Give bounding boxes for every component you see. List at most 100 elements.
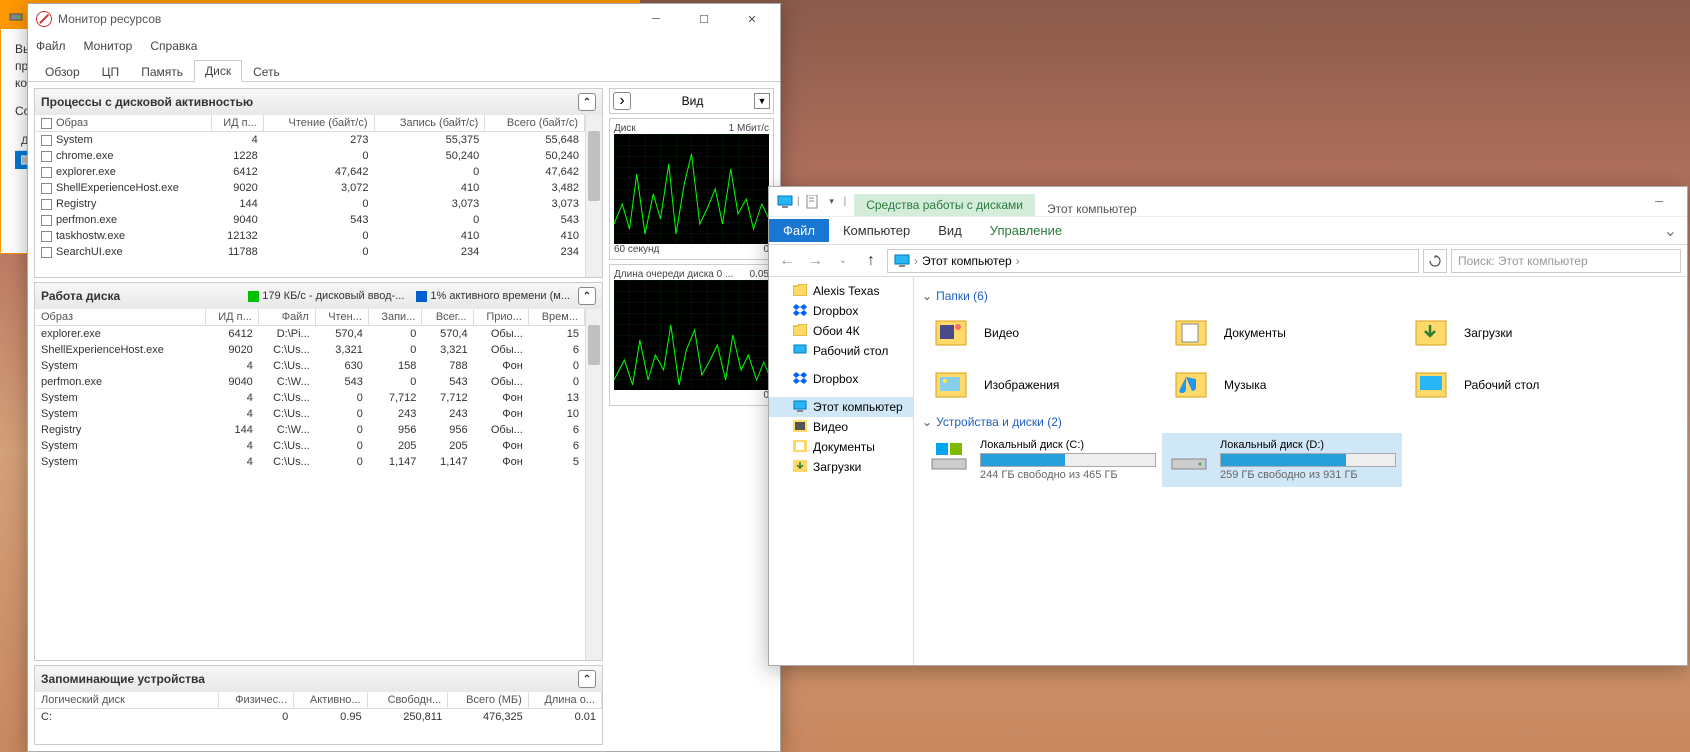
qat-dropdown-icon[interactable]: ▾	[824, 194, 840, 210]
breadcrumb[interactable]: › Этот компьютер ›	[887, 249, 1419, 273]
panel2-legend1: 179 КБ/с - дисковый ввод-...	[262, 290, 404, 302]
ribbon-manage[interactable]: Управление	[976, 219, 1076, 242]
drive-item[interactable]: Локальный диск (D:)259 ГБ свободно из 93…	[1162, 433, 1402, 487]
panel2-scrollbar[interactable]	[585, 309, 602, 660]
sidebar-item[interactable]: Alexis Texas	[769, 281, 913, 301]
pc-icon	[793, 400, 807, 414]
breadcrumb-item[interactable]: Этот компьютер	[922, 254, 1012, 268]
explorer-titlebar[interactable]: | ▾ | Средства работы с дисками Этот ком…	[769, 187, 1687, 217]
sidebar-item[interactable]: Загрузки	[769, 457, 913, 477]
nav-forward-button[interactable]: →	[803, 249, 827, 273]
table-row[interactable]: System4C:\Us...0243243Фон10	[35, 406, 585, 422]
video-icon	[793, 420, 807, 434]
nav-up-button[interactable]: ↑	[859, 249, 883, 273]
nav-back-button[interactable]: ←	[775, 249, 799, 273]
ribbon-view[interactable]: Вид	[924, 219, 976, 242]
graph-disk-chart	[614, 134, 769, 244]
resmon-title-text: Монитор ресурсов	[58, 12, 636, 26]
table-row[interactable]: ShellExperienceHost.exe9020C:\Us...3,321…	[35, 342, 585, 358]
drive-icon	[9, 8, 23, 22]
legend-blue-icon	[416, 291, 427, 302]
panel1-scrollbar[interactable]	[585, 115, 602, 277]
panel1-title: Процессы с дисковой активностью	[41, 95, 253, 109]
panel2-collapse-button[interactable]: ⌃	[578, 287, 596, 305]
ribbon-collapse-button[interactable]: ⌄	[1654, 221, 1687, 241]
folder-item[interactable]: Изображения	[922, 359, 1162, 411]
folder-icon	[930, 315, 972, 351]
minimize-button[interactable]: ─	[636, 7, 676, 31]
group-folders-header[interactable]: ⌄Папки (6)	[922, 285, 1687, 307]
table-row[interactable]: ShellExperienceHost.exe90203,0724103,482	[35, 180, 585, 196]
explorer-content: ⌄Папки (6) ВидеоДокументыЗагрузки Изображ…	[914, 277, 1687, 665]
table-row[interactable]: System4C:\Us...630158788Фон0	[35, 358, 585, 374]
panel1-collapse-button[interactable]: ⌃	[578, 93, 596, 111]
panel-disk-processes: Процессы с дисковой активностью ⌃ ОбразИ…	[34, 88, 603, 278]
table-row[interactable]: explorer.exe641247,642047,642	[35, 164, 585, 180]
panel-storage: Запоминающие устройства ⌃ Логический дис…	[34, 665, 603, 745]
table-row[interactable]: perfmon.exe90405430543	[35, 212, 585, 228]
table-row[interactable]: System4C:\Us...01,1471,147Фон5	[35, 454, 585, 470]
table-row[interactable]: C:00.95250,811476,3250.01	[35, 709, 602, 725]
panel2-legend2: 1% активного времени (м...	[430, 290, 570, 302]
table-row[interactable]: Registry144C:\W...0956956Обы...6	[35, 422, 585, 438]
group-drives-header[interactable]: ⌄Устройства и диски (2)	[922, 411, 1687, 433]
drive-item[interactable]: Локальный диск (C:)244 ГБ свободно из 46…	[922, 433, 1162, 487]
sidebar-item[interactable]: Видео	[769, 417, 913, 437]
qat-properties-icon[interactable]	[804, 194, 820, 210]
nav-history-dropdown[interactable]: ⌄	[831, 249, 855, 273]
refresh-button[interactable]	[1423, 249, 1447, 273]
menu-file[interactable]: Файл	[36, 39, 66, 53]
pc-icon	[777, 194, 793, 210]
folder-item[interactable]: Документы	[1162, 307, 1402, 359]
context-tab-label[interactable]: Средства работы с дисками	[854, 194, 1035, 216]
panel3-collapse-button[interactable]: ⌃	[578, 670, 596, 688]
close-button[interactable]: ✕	[732, 7, 772, 31]
drive-icon	[1168, 439, 1210, 475]
ribbon-file[interactable]: Файл	[769, 219, 829, 242]
explorer-window: | ▾ | Средства работы с дисками Этот ком…	[768, 186, 1688, 666]
maximize-button[interactable]: ☐	[684, 7, 724, 31]
resmon-titlebar[interactable]: Монитор ресурсов ─ ☐ ✕	[28, 4, 780, 34]
folder-item[interactable]: Рабочий стол	[1402, 359, 1642, 411]
table-row[interactable]: SearchUI.exe117880234234	[35, 244, 585, 260]
folder-item[interactable]: Видео	[922, 307, 1162, 359]
tab-cpu[interactable]: ЦП	[91, 61, 131, 82]
tab-network[interactable]: Сеть	[242, 61, 291, 82]
tab-disk[interactable]: Диск	[194, 60, 242, 82]
sidebar-item[interactable]: Обои 4К	[769, 321, 913, 341]
graph-disk: Диск1 Мбит/с 60 секунд0	[609, 118, 774, 260]
dl-icon	[793, 460, 807, 474]
folder-item[interactable]: Музыка	[1162, 359, 1402, 411]
docs-icon	[793, 440, 807, 454]
folder-icon	[793, 324, 807, 338]
search-input[interactable]: Поиск: Этот компьютер	[1451, 249, 1681, 273]
resmon-menubar: Файл Монитор Справка	[28, 34, 780, 58]
table-row[interactable]: taskhostw.exe121320410410	[35, 228, 585, 244]
folder-item[interactable]: Загрузки	[1402, 307, 1642, 359]
resmon-tabs: Обзор ЦП Память Диск Сеть	[28, 58, 780, 82]
tab-overview[interactable]: Обзор	[34, 61, 91, 82]
explorer-minimize-button[interactable]: ─	[1639, 190, 1679, 214]
table-row[interactable]: System4C:\Us...07,7127,712Фон13	[35, 390, 585, 406]
graph-view-dropdown[interactable]: ▼	[754, 93, 770, 109]
ribbon-computer[interactable]: Компьютер	[829, 219, 924, 242]
graph-queue-chart	[614, 280, 769, 390]
menu-help[interactable]: Справка	[150, 39, 197, 53]
table-row[interactable]: perfmon.exe9040C:\W...5430543Обы...0	[35, 374, 585, 390]
sidebar-item[interactable]: Dropbox	[769, 301, 913, 321]
folder-icon	[1410, 315, 1452, 351]
menu-monitor[interactable]: Монитор	[84, 39, 133, 53]
graph-header-bar: › Вид ▼	[609, 88, 774, 114]
tab-memory[interactable]: Память	[130, 61, 194, 82]
explorer-title-text: Этот компьютер	[1035, 202, 1149, 216]
sidebar-item[interactable]: Этот компьютер	[769, 397, 913, 417]
table-row[interactable]: System427355,37555,648	[35, 132, 585, 148]
table-row[interactable]: Registry14403,0733,073	[35, 196, 585, 212]
table-row[interactable]: System4C:\Us...0205205Фон6	[35, 438, 585, 454]
table-row[interactable]: chrome.exe1228050,24050,240	[35, 148, 585, 164]
table-row[interactable]: explorer.exe6412D:\Pi...570,40570,4Обы..…	[35, 326, 585, 342]
graph-collapse-button[interactable]: ›	[613, 92, 631, 110]
sidebar-item[interactable]: Документы	[769, 437, 913, 457]
sidebar-item[interactable]: Dropbox	[769, 369, 913, 389]
sidebar-item[interactable]: Рабочий стол	[769, 341, 913, 361]
